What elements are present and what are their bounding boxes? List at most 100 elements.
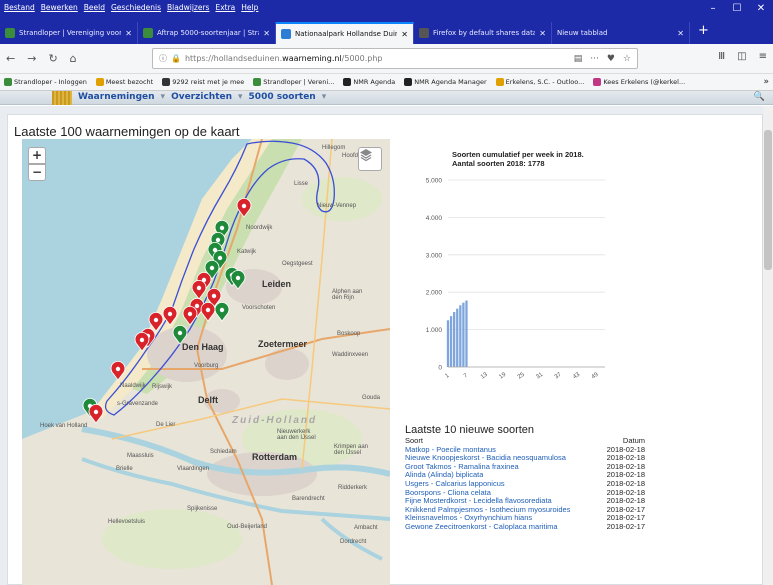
chevron-down-icon: ▾ (160, 92, 166, 102)
tab-aftrap[interactable]: Aftrap 5000-soortenjaar | Strand ✕ (138, 22, 276, 44)
back-icon[interactable]: ← (6, 52, 15, 65)
map-label: Hellevoetsluis (108, 519, 146, 525)
maximize-icon[interactable]: ☐ (725, 0, 749, 18)
tab-close-icon[interactable]: ✕ (263, 29, 270, 38)
species-link[interactable]: Usgers - Calcarius lapponicus (405, 480, 505, 489)
observations-map[interactable]: Hillegom Hoofddorp Nieuw-Vennep Lisse No… (22, 139, 390, 585)
chart-bar[interactable] (456, 308, 459, 367)
tab-close-icon[interactable]: ✕ (125, 29, 132, 38)
species-link[interactable]: Fijne Mosterdkorst - Lecidella flavosore… (405, 497, 552, 506)
tab-strandloper[interactable]: Strandloper | Vereniging voor N ✕ (0, 22, 138, 44)
marker-dot (196, 285, 202, 291)
tab-nationaalpark[interactable]: Nationaalpark Hollandse Duinen ✕ (276, 22, 414, 44)
species-link[interactable]: Kleinsnavelmos - Oxyrhynchium hians (405, 514, 532, 523)
map-label: Alphen aan den Rijn (332, 289, 363, 301)
map-label: Hillegom (322, 145, 346, 151)
map-label: Lisse (294, 181, 309, 187)
species-link[interactable]: Nieuwe Knoopjeskorst - Bacidia neosquamu… (405, 454, 566, 463)
bookmark-item[interactable]: Meest bezocht (95, 78, 154, 86)
minimize-icon[interactable]: – (701, 0, 725, 18)
zoom-in-button[interactable]: + (28, 147, 46, 164)
close-window-icon[interactable]: ✕ (749, 0, 773, 18)
info-icon[interactable]: ⓘ (159, 53, 167, 64)
menu-item-bewerken[interactable]: Bewerken (41, 3, 78, 15)
nav-waarnemingen[interactable]: Waarnemingen (78, 91, 155, 103)
scrollbar-thumb[interactable] (764, 130, 772, 270)
chart-bar[interactable] (453, 312, 456, 367)
tab-nieuw-tabblad[interactable]: Nieuw tabblad ✕ (552, 22, 690, 44)
chart-bar[interactable] (446, 320, 450, 367)
tab-close-icon[interactable]: ✕ (677, 29, 684, 38)
tab-favicon (281, 29, 291, 39)
bookmark-item[interactable]: Erkelens, S.C. - Outloo... (495, 78, 585, 86)
bookmark-item[interactable]: NMR Agenda Manager (404, 78, 487, 86)
lock-icon: 🔒 (171, 54, 181, 63)
map-label: Waddinxveen (332, 352, 369, 358)
url-prefix: https://hollandseduinen. (184, 54, 283, 63)
forward-icon[interactable]: → (27, 52, 36, 65)
page-actions-icon[interactable]: ··· (590, 54, 599, 64)
bookmark-label: Meest bezocht (105, 78, 154, 86)
new-tab-icon[interactable]: + (690, 18, 717, 44)
site-navigation: Waarnemingen ▾ Overzichten ▾ 5000 soorte… (0, 91, 773, 105)
x-tick-label: 13 (480, 371, 489, 380)
sidebar-icon[interactable]: ◫ (737, 51, 746, 62)
tab-close-icon[interactable]: ✕ (539, 29, 546, 38)
nav-5000-soorten[interactable]: 5000 soorten (249, 91, 316, 103)
bookmark-star-icon[interactable]: ☆ (623, 54, 631, 64)
reader-view-icon[interactable]: ▤ (574, 54, 583, 64)
chart-canvas: 0 1.000 2.000 3.000 4.000 5.000 1 7 13 19 25 31 37 43… (426, 178, 605, 381)
map-label: Krimpen aan den IJssel (334, 444, 369, 456)
map-label: Schiedam (210, 449, 237, 455)
bookmark-item[interactable]: NMR Agenda (343, 78, 395, 86)
hamburger-menu-icon[interactable]: ≡ (759, 51, 767, 62)
bookmark-item[interactable]: 9292 reist met je mee (162, 78, 244, 86)
home-icon[interactable]: ⌂ (70, 52, 77, 65)
species-link[interactable]: Groot Takmos - Ramalina fraxinea (405, 463, 519, 472)
menu-item-bladwijzers[interactable]: Bladwijzers (167, 3, 209, 15)
menu-item-geschiedenis[interactable]: Geschiedenis (111, 3, 161, 15)
species-link[interactable]: Knikkend Palmpjesmos - Isothecium myosur… (405, 506, 570, 515)
nav-overzichten[interactable]: Overzichten (171, 91, 232, 103)
marker-dot (93, 409, 99, 415)
map-label: Ambacht (354, 525, 378, 531)
species-link[interactable]: Matkop - Poecile montanus (405, 446, 496, 455)
library-icon[interactable]: Ⅲ (718, 51, 725, 62)
species-link[interactable]: Gewone Zeecitroenkorst - Caloplaca marit… (405, 523, 558, 532)
species-date: 2018-02-17 (606, 521, 645, 531)
menu-item-extra[interactable]: Extra (215, 3, 235, 15)
pocket-icon[interactable]: ♥ (607, 54, 615, 64)
zoom-out-button[interactable]: − (28, 164, 46, 181)
reload-icon[interactable]: ↻ (48, 52, 57, 65)
bookmark-item[interactable]: Strandloper | Vereni... (253, 78, 334, 86)
tab-favicon (5, 28, 15, 38)
layers-icon[interactable] (358, 147, 382, 171)
species-link[interactable]: Boorspons - Cliona celata (405, 489, 491, 498)
search-icon[interactable]: 🔍 (754, 92, 765, 102)
marker-dot (139, 337, 145, 343)
y-tick-label: 5.000 (426, 178, 443, 185)
bookmark-item[interactable]: Kees Erkelens (@kerkel... (593, 78, 685, 86)
window-controls: – ☐ ✕ (701, 0, 773, 18)
bookmark-item[interactable]: Strandloper - Inloggen (4, 78, 87, 86)
chart-bar[interactable] (459, 305, 462, 367)
map-label: Brielle (116, 466, 133, 472)
menu-item-help[interactable]: Help (241, 3, 258, 15)
url-path: /5000.php (341, 54, 383, 63)
tab-firefox-data[interactable]: Firefox by default shares data t ✕ (414, 22, 552, 44)
map-label: Leiden (262, 279, 292, 289)
menu-item-bestand[interactable]: Bestand (4, 3, 35, 15)
chart-bar[interactable] (465, 300, 468, 367)
bookmark-label: Erkelens, S.C. - Outloo... (505, 78, 585, 86)
marker-dot (115, 366, 121, 372)
species-link[interactable]: Alinda (Alinda) biplicata (405, 471, 483, 480)
chart-bar[interactable] (449, 316, 453, 367)
menu-item-beeld[interactable]: Beeld (84, 3, 105, 15)
chart-bar[interactable] (462, 302, 465, 367)
bookmarks-overflow-icon[interactable]: » (763, 77, 769, 87)
green-area (102, 509, 242, 569)
map-label: Naaldwijk (120, 383, 146, 389)
tab-close-icon[interactable]: ✕ (401, 30, 408, 39)
url-bar[interactable]: ⓘ 🔒 https://hollandseduinen. waarneming.n… (152, 48, 638, 69)
marker-dot (177, 330, 183, 336)
